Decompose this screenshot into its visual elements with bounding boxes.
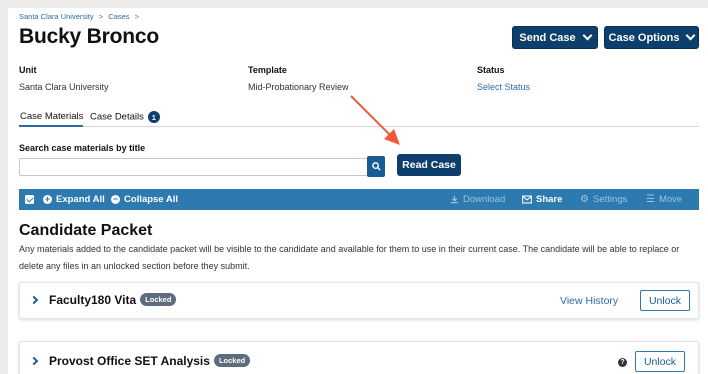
template-label: Template: [248, 65, 287, 75]
material-section-card[interactable]: Faculty180 Vita Locked View History Unloc…: [19, 282, 699, 319]
active-tab-indicator: [19, 125, 83, 127]
tab-case-details-label: Case Details: [90, 111, 144, 123]
locked-badge: Locked: [140, 293, 177, 306]
tab-case-materials[interactable]: Case Materials: [20, 111, 83, 122]
minus-circle-icon: −: [111, 194, 120, 204]
breadcrumb-separator: >: [98, 12, 104, 21]
count-badge: 1: [147, 111, 160, 123]
case-options-button[interactable]: Case Options: [604, 26, 699, 49]
chevron-right-icon[interactable]: [29, 356, 39, 366]
top-bar: [0, 0, 708, 8]
send-case-button[interactable]: Send Case: [512, 26, 598, 49]
case-options-label: Case Options: [608, 31, 680, 44]
breadcrumb: Santa Clara University > Cases >: [19, 12, 142, 21]
envelope-icon: [522, 195, 532, 204]
section-description: Any materials added to the candidate pac…: [19, 244, 680, 271]
read-case-button[interactable]: Read Case: [397, 154, 461, 176]
locked-badge: Locked: [213, 354, 251, 367]
search-icon: [371, 162, 381, 171]
checkbox-icon: [25, 195, 34, 204]
collapse-all-label: Collapse All: [124, 194, 179, 205]
chevron-right-icon[interactable]: [29, 295, 39, 305]
section-title-text: Faculty180 Vita: [49, 293, 137, 307]
list-icon: ☰: [646, 194, 655, 205]
help-icon[interactable]: ?: [618, 358, 627, 367]
download-button[interactable]: Download: [450, 189, 505, 210]
view-history-link[interactable]: View History: [560, 295, 618, 307]
breadcrumb-separator: >: [134, 12, 139, 21]
settings-label: Settings: [592, 194, 628, 205]
template-value: Mid-Probationary Review: [248, 82, 349, 92]
move-button[interactable]: ☰ Move: [646, 189, 682, 210]
materials-toolbar: + Expand All − Collapse All Download Sha…: [19, 189, 699, 210]
material-section-card[interactable]: Provost Office SET Analysis Locked ? Unlo…: [19, 341, 699, 374]
select-all-checkbox[interactable]: [25, 189, 34, 210]
tab-case-details[interactable]: Case Details 1: [90, 111, 160, 123]
collapse-all-button[interactable]: − Collapse All: [111, 189, 178, 210]
send-case-label: Send Case: [519, 31, 576, 44]
unlock-button[interactable]: Unlock: [635, 351, 685, 372]
section-title-text: Provost Office SET Analysis: [49, 354, 210, 368]
expand-all-label: Expand All: [56, 194, 105, 205]
share-label: Share: [536, 194, 563, 205]
section-title: Provost Office SET Analysis Locked: [49, 354, 251, 368]
share-button[interactable]: Share: [522, 189, 562, 210]
plus-circle-icon: +: [43, 194, 52, 204]
select-status-link[interactable]: Select Status: [477, 82, 530, 92]
settings-button[interactable]: ⚙ Settings: [580, 189, 627, 210]
page-title: Bucky Bronco: [19, 25, 159, 48]
annotation-arrow-icon: [350, 95, 400, 145]
breadcrumb-link-university[interactable]: Santa Clara University: [19, 12, 94, 21]
breadcrumb-link-cases[interactable]: Cases: [108, 12, 129, 21]
expand-all-button[interactable]: + Expand All: [43, 189, 105, 210]
unit-value: Santa Clara University: [19, 82, 109, 92]
search-input[interactable]: [19, 158, 368, 176]
chevron-down-icon: [582, 30, 593, 41]
download-label: Download: [463, 194, 506, 205]
download-icon: [450, 195, 459, 204]
status-label: Status: [477, 65, 505, 75]
section-heading: Candidate Packet: [19, 222, 153, 239]
unit-label: Unit: [19, 65, 37, 75]
section-title: Faculty180 Vita Locked: [49, 293, 177, 307]
chevron-down-icon: [686, 30, 696, 41]
move-label: Move: [658, 194, 683, 205]
case-page: Santa Clara University > Cases > Bucky B…: [8, 8, 708, 374]
unlock-button[interactable]: Unlock: [640, 290, 690, 311]
search-button[interactable]: [367, 156, 385, 177]
search-label: Search case materials by title: [19, 143, 146, 153]
gear-icon: ⚙: [580, 194, 589, 205]
